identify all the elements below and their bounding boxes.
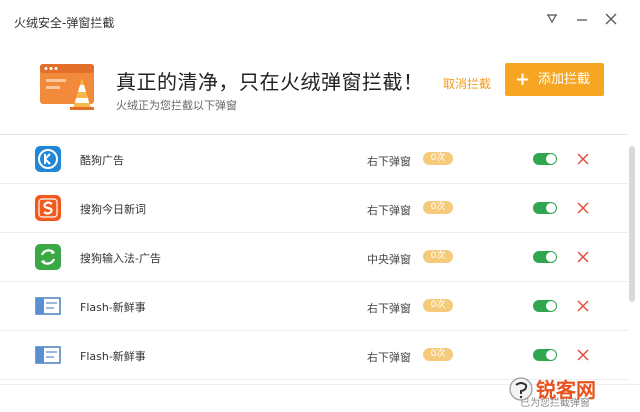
popup-block-logo-icon [40,64,98,110]
block-count-badge: 0次 [423,348,453,361]
page-headline: 真正的清净，只在火绒弹窗拦截！ [116,70,424,94]
app-name: Flash-新鲜事 [80,301,146,314]
sogou-input-icon [35,244,61,270]
block-count-badge: 0次 [423,201,453,214]
list-item: 搜狗今日新词 右下弹窗 0次 [0,184,628,233]
enable-toggle[interactable] [533,153,557,165]
cancel-block-link[interactable]: 取消拦截 [443,75,491,92]
popup-type: 右下弹窗 [367,155,411,168]
block-count-badge: 0次 [423,250,453,263]
delete-icon[interactable] [576,151,590,165]
list-item: Flash-新鲜事 右下弹窗 0次 [0,282,628,331]
delete-icon[interactable] [576,200,590,214]
list-scrollbar[interactable] [629,146,635,302]
watermark-logo-icon [509,377,533,401]
flash-window-icon [35,293,61,319]
popup-type: 中央弹窗 [367,253,411,266]
minimize-icon[interactable] [573,12,591,30]
popup-type: 右下弹窗 [367,351,411,364]
title-bar: 火绒安全-弹窗拦截 [0,0,640,44]
delete-icon[interactable] [576,347,590,361]
add-block-button[interactable]: + 添加拦截 [505,63,604,96]
block-count-badge: 0次 [423,299,453,312]
flash-window-icon [35,342,61,368]
close-icon[interactable] [602,12,620,30]
enable-toggle[interactable] [533,202,557,214]
delete-icon[interactable] [576,249,590,263]
enable-toggle[interactable] [533,300,557,312]
list-item: 搜狗输入法-广告 中央弹窗 0次 [0,233,628,282]
app-name: 搜狗输入法-广告 [80,252,161,265]
app-name: Flash-新鲜事 [80,350,146,363]
popup-type: 右下弹窗 [367,204,411,217]
window-title: 火绒安全-弹窗拦截 [14,16,115,30]
watermark: 锐客网 [508,372,640,412]
app-name: 搜狗今日新词 [80,203,146,216]
block-count-badge: 0次 [423,152,453,165]
popup-type: 右下弹窗 [367,302,411,315]
watermark-text: 锐客网 [536,378,596,402]
page-subtitle: 火绒正为您拦截以下弹窗 [116,99,237,112]
enable-toggle[interactable] [533,251,557,263]
plus-icon: + [515,69,531,90]
list-item: 酷狗广告 右下弹窗 0次 [0,135,628,184]
add-block-label: 添加拦截 [538,72,591,87]
sogou-icon [35,195,61,221]
popup-list: 酷狗广告 右下弹窗 0次 搜狗今日新词 右下弹窗 0次 搜狗输入法-广告 中央弹… [0,134,628,384]
app-name: 酷狗广告 [80,154,124,167]
filter-menu-icon[interactable] [543,12,561,30]
enable-toggle[interactable] [533,349,557,361]
delete-icon[interactable] [576,298,590,312]
kugou-icon [35,146,61,172]
